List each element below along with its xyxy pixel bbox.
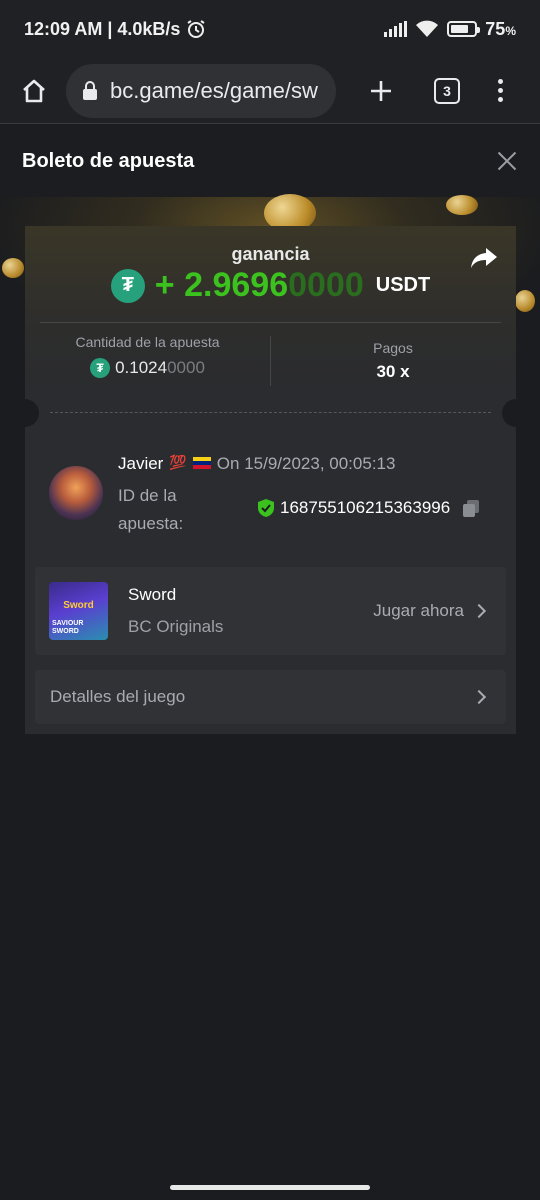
lock-icon	[83, 80, 97, 100]
battery-percent: 75	[485, 18, 506, 39]
new-tab-button[interactable]	[366, 76, 396, 106]
status-bar: 12:09 AM | 4.0kB/s 75%	[0, 0, 540, 58]
tab-switcher-button[interactable]: 3	[434, 77, 460, 104]
game-details-row[interactable]: Detalles del juego	[35, 670, 506, 724]
bet-amount-value: 0.10240000	[115, 358, 205, 377]
divider	[40, 322, 501, 323]
ticket-notch	[11, 399, 39, 427]
gain-currency: USDT	[375, 274, 431, 296]
game-thumbnail-title: Sword	[63, 600, 94, 611]
home-icon	[23, 79, 45, 102]
bet-datetime: On 15/9/2023, 00:05:13	[216, 454, 396, 473]
url-text: bc.game/es/game/sw	[110, 77, 318, 103]
avatar[interactable]	[49, 466, 103, 520]
close-icon[interactable]	[496, 150, 518, 172]
bet-id-label: ID de la apuesta:	[118, 486, 184, 533]
gesture-home-bar[interactable]	[170, 1185, 370, 1190]
coin-decoration	[515, 290, 535, 312]
battery-unit: %	[505, 23, 516, 38]
play-now-link[interactable]: Jugar ahora	[373, 601, 464, 621]
tab-count: 3	[443, 82, 451, 99]
chevron-right-icon	[471, 689, 487, 705]
wifi-icon	[416, 20, 439, 37]
coin-decoration	[446, 195, 478, 215]
bet-ticket: ganancia ₮ + 2.96960000 USDT Cantidad de…	[11, 226, 530, 734]
coin-decoration	[2, 258, 24, 278]
game-thumbnail-subtitle: SAVIOUR SWORD	[52, 620, 84, 635]
bet-id-row: 168755106215363996	[257, 498, 481, 518]
payout-block: Pagos 30 x	[270, 340, 516, 382]
game-details-label: Detalles del juego	[50, 687, 186, 706]
hundred-emoji: 💯	[169, 454, 187, 470]
user-line: Javier 💯 On 15/9/2023, 00:05:13	[118, 454, 395, 474]
copy-icon[interactable]	[461, 498, 481, 518]
tether-icon: ₮	[90, 358, 111, 378]
tether-icon: ₮	[110, 268, 145, 303]
address-bar[interactable]: bc.game/es/game/sw	[66, 63, 336, 118]
browser-toolbar: bc.game/es/game/sw 3	[0, 58, 540, 124]
verified-shield-icon	[258, 499, 274, 517]
modal-title: Boleto de apuesta	[22, 149, 195, 172]
ticket-perforation	[50, 412, 491, 413]
alarm-icon	[187, 20, 206, 38]
venezuela-flag-icon	[192, 457, 211, 469]
bet-id-value: 168755106215363996	[280, 498, 451, 517]
modal-header: Boleto de apuesta	[0, 125, 540, 197]
gain-row: ₮ + 2.96960000 USDT	[25, 266, 516, 305]
gain-amount: + 2.96960000	[154, 266, 364, 304]
chevron-right-icon	[471, 603, 487, 619]
game-name: Sword	[128, 585, 177, 604]
game-card[interactable]: Sword SAVIOUR SWORD Sword BC Originals J…	[35, 567, 506, 655]
plus-icon	[371, 80, 391, 101]
gain-label: ganancia	[231, 244, 310, 264]
username[interactable]: Javier	[118, 454, 163, 474]
payout-label: Pagos	[373, 340, 413, 356]
payout-value: 30 x	[376, 362, 410, 381]
browser-menu-button[interactable]	[498, 79, 503, 102]
game-provider: BC Originals	[128, 617, 224, 636]
battery-icon	[447, 21, 481, 37]
home-button[interactable]	[14, 71, 54, 111]
bet-amount-label: Cantidad de la apuesta	[75, 334, 220, 350]
game-thumbnail: Sword SAVIOUR SWORD	[49, 582, 108, 640]
bet-amount-block: Cantidad de la apuesta ₮ 0.10240000	[25, 334, 270, 378]
signal-icon	[384, 21, 408, 37]
status-time-speed: 12:09 AM | 4.0kB/s	[24, 18, 181, 39]
ticket-notch	[502, 399, 530, 427]
